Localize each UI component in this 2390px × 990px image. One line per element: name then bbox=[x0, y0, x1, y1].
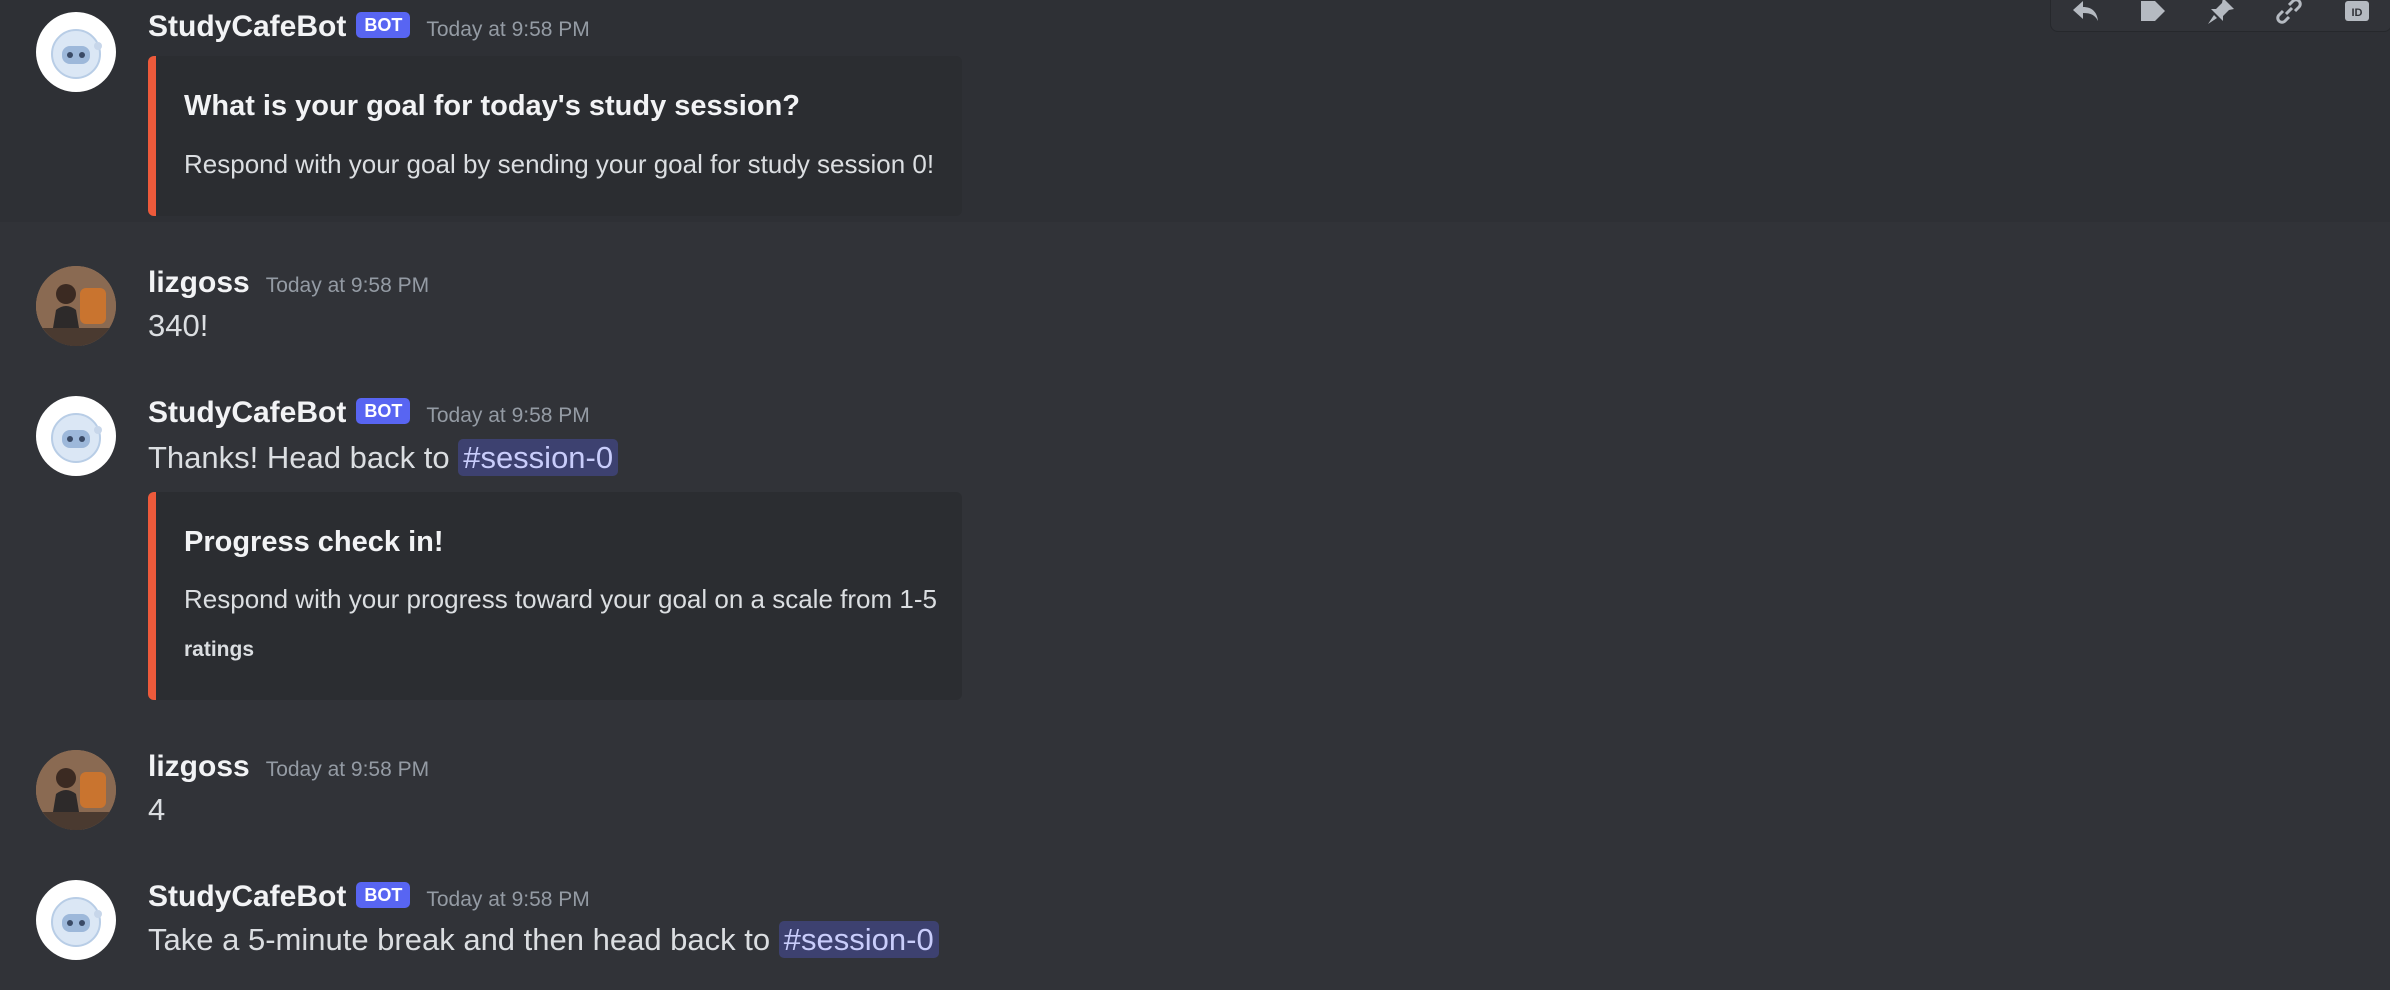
message-text: Thanks! Head back to bbox=[148, 440, 450, 475]
user-avatar[interactable] bbox=[36, 266, 116, 346]
embed-title: Progress check in! bbox=[184, 526, 444, 558]
tag-icon[interactable] bbox=[2133, 0, 2173, 31]
message-item[interactable]: lizgoss Today at 9:58 PM 340! bbox=[0, 250, 2390, 360]
author-name[interactable]: StudyCafeBot bbox=[148, 10, 346, 44]
message-timestamp[interactable]: Today at 9:58 PM bbox=[426, 888, 589, 912]
bot-badge: BOT bbox=[356, 882, 411, 908]
author-name[interactable]: lizgoss bbox=[148, 266, 250, 300]
channel-mention-label: session-0 bbox=[480, 440, 614, 475]
message-timestamp[interactable]: Today at 9:58 PM bbox=[266, 274, 429, 298]
svg-text:ID: ID bbox=[2352, 7, 2363, 19]
embed-description: Respond with your goal by sending your g… bbox=[184, 149, 935, 179]
bot-avatar[interactable] bbox=[36, 396, 116, 476]
message-actions-toolbar: ID bbox=[2050, 0, 2390, 32]
message-timestamp[interactable]: Today at 9:58 PM bbox=[426, 404, 589, 428]
channel-mention[interactable]: #session-0 bbox=[778, 921, 939, 958]
bot-avatar[interactable] bbox=[36, 12, 116, 92]
id-icon[interactable]: ID bbox=[2337, 0, 2377, 31]
pin-icon[interactable] bbox=[2201, 0, 2241, 31]
embed-description: Respond with your progress toward your g… bbox=[184, 584, 937, 614]
chat-message-list: ID StudyCafeBot BOT Today at 9:58 PM Wha… bbox=[0, 0, 2390, 990]
link-icon[interactable] bbox=[2269, 0, 2309, 31]
message-item[interactable]: StudyCafeBot BOT Today at 9:58 PM Thanks… bbox=[0, 382, 2390, 712]
channel-mention[interactable]: #session-0 bbox=[458, 439, 619, 476]
user-avatar[interactable] bbox=[36, 750, 116, 830]
embed-footer: ratings bbox=[184, 638, 255, 661]
message-item[interactable]: lizgoss Today at 9:58 PM 4 bbox=[0, 734, 2390, 844]
author-name[interactable]: lizgoss bbox=[148, 750, 250, 784]
message-content: Take a 5-minute break and then head back… bbox=[148, 921, 939, 958]
author-name[interactable]: StudyCafeBot bbox=[148, 396, 346, 430]
message-timestamp[interactable]: Today at 9:58 PM bbox=[266, 758, 429, 782]
bot-badge: BOT bbox=[356, 12, 411, 38]
embed-title: What is your goal for today's study sess… bbox=[184, 90, 800, 122]
message-content: 4 bbox=[148, 792, 166, 827]
message-item[interactable]: StudyCafeBot BOT Today at 9:58 PM Take a… bbox=[0, 866, 2390, 990]
bot-avatar[interactable] bbox=[36, 880, 116, 960]
embed-card: What is your goal for today's study sess… bbox=[148, 56, 962, 216]
message-timestamp[interactable]: Today at 9:58 PM bbox=[426, 18, 589, 42]
bot-badge: BOT bbox=[356, 398, 411, 424]
hash-icon: # bbox=[463, 440, 481, 475]
message-content: Thanks! Head back to #session-0 bbox=[148, 439, 619, 476]
hash-icon: # bbox=[783, 922, 802, 957]
message-item[interactable]: ID StudyCafeBot BOT Today at 9:58 PM Wha… bbox=[0, 0, 2390, 222]
embed-card: Progress check in! Respond with your pro… bbox=[148, 492, 962, 700]
channel-mention-label: session-0 bbox=[801, 922, 934, 957]
author-name[interactable]: StudyCafeBot bbox=[148, 880, 346, 914]
reply-icon[interactable] bbox=[2065, 0, 2105, 31]
message-text: Take a 5-minute break and then head back… bbox=[148, 922, 771, 957]
message-content: 340! bbox=[148, 308, 209, 343]
